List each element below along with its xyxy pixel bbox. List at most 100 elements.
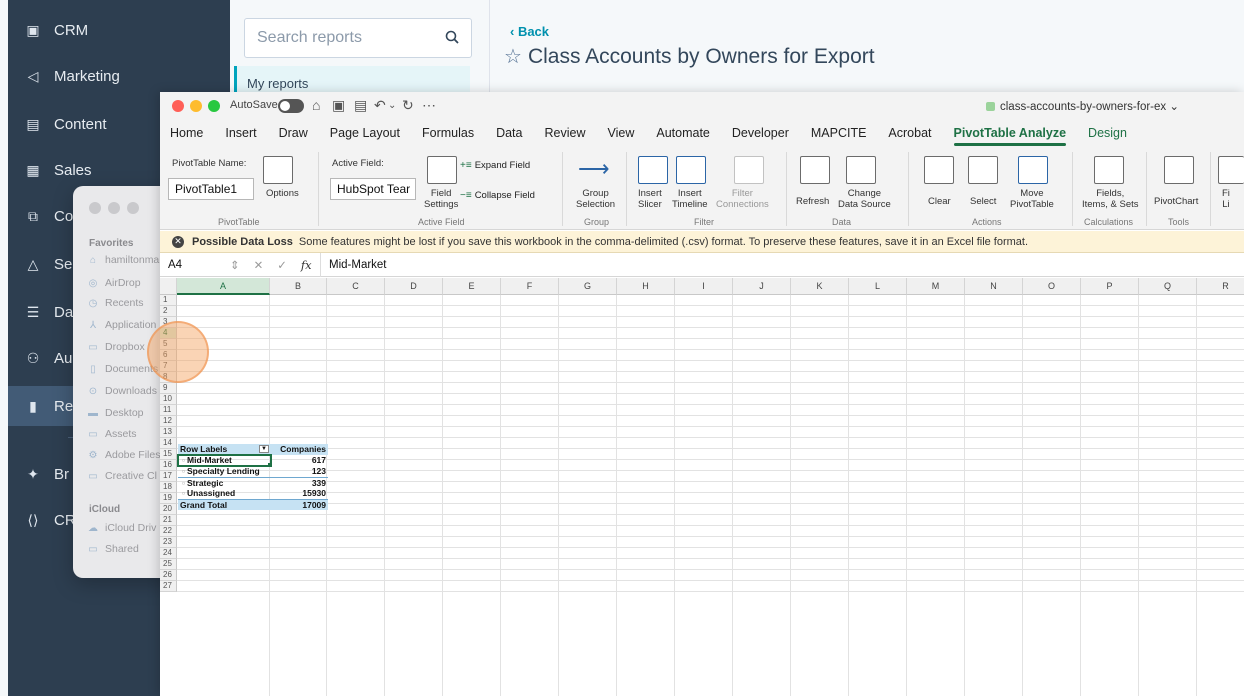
- close-icon[interactable]: [89, 202, 101, 214]
- pivot-value-specialty-lending[interactable]: 123: [271, 466, 328, 477]
- move-pivottable-icon[interactable]: [1018, 156, 1048, 184]
- tab-data[interactable]: Data: [496, 126, 522, 140]
- row-header-1[interactable]: 1: [160, 295, 177, 306]
- column-header-c[interactable]: C: [327, 278, 385, 295]
- pivot-row-label-mid-market[interactable]: ▫ Mid-Market: [177, 454, 272, 467]
- move-pivottable-button[interactable]: Move PivotTable: [1010, 188, 1054, 210]
- group-selection-icon[interactable]: ⟶: [578, 156, 610, 182]
- select-button[interactable]: Select: [970, 196, 996, 207]
- row-header-18[interactable]: 18: [160, 482, 177, 493]
- nav-item-marketing[interactable]: ◁ Marketing: [8, 56, 230, 96]
- column-header-k[interactable]: K: [791, 278, 849, 295]
- tab-page-layout[interactable]: Page Layout: [330, 126, 400, 140]
- name-box[interactable]: A4: [160, 259, 230, 271]
- tab-pivottable-analyze[interactable]: PivotTable Analyze: [953, 126, 1066, 146]
- tab-developer[interactable]: Developer: [732, 126, 789, 140]
- insert-timeline-icon[interactable]: [676, 156, 706, 184]
- minimize-icon[interactable]: [190, 100, 202, 112]
- row-header-15[interactable]: 15: [160, 449, 177, 460]
- clear-icon[interactable]: [924, 156, 954, 184]
- select-icon[interactable]: [968, 156, 998, 184]
- row-header-17[interactable]: 17: [160, 471, 177, 482]
- pivot-row-labels-header[interactable]: Row Labels ▼: [178, 444, 271, 455]
- row-header-25[interactable]: 25: [160, 559, 177, 570]
- clear-button[interactable]: Clear: [928, 196, 951, 207]
- undo-icon[interactable]: ↶: [374, 97, 386, 114]
- column-header-j[interactable]: J: [733, 278, 791, 295]
- row-header-13[interactable]: 13: [160, 427, 177, 438]
- finder-item[interactable]: ◷ Recents: [87, 297, 144, 309]
- group-selection-button[interactable]: Group Selection: [576, 188, 615, 210]
- document-name[interactable]: class-accounts-by-owners-for-ex ⌄: [986, 99, 1179, 113]
- fields-items-sets-icon[interactable]: [1094, 156, 1124, 184]
- name-box-dropdown-icon[interactable]: ⇕: [230, 258, 240, 272]
- pivot-row-label-specialty-lending[interactable]: ▫ Specialty Lending: [178, 466, 271, 477]
- finder-item[interactable]: ☁ iCloud Driv: [87, 522, 156, 534]
- refresh-button[interactable]: Refresh: [796, 196, 829, 207]
- tab-design[interactable]: Design: [1088, 126, 1127, 140]
- expand-field-button[interactable]: +≡ Expand Field: [460, 160, 530, 171]
- options-icon[interactable]: [263, 156, 293, 184]
- home-icon[interactable]: ⌂: [312, 97, 320, 113]
- save-icon[interactable]: ▣: [332, 97, 345, 114]
- row-header-11[interactable]: 11: [160, 405, 177, 416]
- row-header-21[interactable]: 21: [160, 515, 177, 526]
- finder-item[interactable]: ▬ Desktop: [87, 407, 144, 419]
- formula-input[interactable]: Mid-Market: [320, 252, 387, 277]
- field-list-icon[interactable]: [1218, 156, 1244, 184]
- back-link[interactable]: ‹ Back: [510, 24, 549, 39]
- minimize-icon[interactable]: [108, 202, 120, 214]
- close-icon[interactable]: [172, 100, 184, 112]
- pivottable-name-input[interactable]: PivotTable1: [168, 178, 254, 200]
- options-button[interactable]: Options: [266, 188, 299, 199]
- column-header-g[interactable]: G: [559, 278, 617, 295]
- tab-insert[interactable]: Insert: [225, 126, 256, 140]
- finder-item[interactable]: ⊙ Downloads: [87, 385, 157, 397]
- maximize-icon[interactable]: [208, 100, 220, 112]
- column-header-i[interactable]: I: [675, 278, 733, 295]
- row-header-19[interactable]: 19: [160, 493, 177, 504]
- finder-item[interactable]: ▭ Creative Cl: [87, 470, 157, 482]
- function-icon[interactable]: fx: [301, 258, 312, 272]
- row-header-10[interactable]: 10: [160, 394, 177, 405]
- pivot-value-unassigned[interactable]: 15930: [271, 488, 328, 499]
- filter-dropdown-icon[interactable]: ▼: [259, 445, 269, 453]
- column-header-n[interactable]: N: [965, 278, 1023, 295]
- row-header-2[interactable]: 2: [160, 306, 177, 317]
- pivot-grand-total-label[interactable]: Grand Total: [178, 499, 271, 510]
- insert-slicer-button[interactable]: Insert Slicer: [638, 188, 662, 210]
- row-header-22[interactable]: 22: [160, 526, 177, 537]
- change-data-source-icon[interactable]: [846, 156, 876, 184]
- finder-item[interactable]: ▯ Documents: [87, 363, 158, 375]
- finder-item[interactable]: ◎ AirDrop: [87, 277, 141, 289]
- tab-review[interactable]: Review: [544, 126, 585, 140]
- star-icon[interactable]: ☆: [504, 46, 522, 68]
- column-header-o[interactable]: O: [1023, 278, 1081, 295]
- maximize-icon[interactable]: [127, 202, 139, 214]
- tab-mapcite[interactable]: MAPCITE: [811, 126, 867, 140]
- refresh-icon[interactable]: [800, 156, 830, 184]
- column-header-f[interactable]: F: [501, 278, 559, 295]
- tab-view[interactable]: View: [607, 126, 634, 140]
- tab-acrobat[interactable]: Acrobat: [888, 126, 931, 140]
- finder-item[interactable]: ▭ Shared: [87, 543, 139, 555]
- row-header-26[interactable]: 26: [160, 570, 177, 581]
- cancel-icon[interactable]: ✕: [254, 258, 264, 272]
- field-settings-icon[interactable]: [427, 156, 457, 184]
- pivotchart-icon[interactable]: [1164, 156, 1194, 184]
- pivot-value-mid-market[interactable]: 617: [271, 455, 328, 466]
- undo-dropdown-icon[interactable]: ⌄: [388, 100, 396, 111]
- column-header-m[interactable]: M: [907, 278, 965, 295]
- active-field-input[interactable]: HubSpot Tear: [330, 178, 416, 200]
- finder-item[interactable]: ▭ Assets: [87, 428, 136, 440]
- spreadsheet-grid[interactable]: ABCDEFGHIJKLMNOPQR 1 2 3 4 5 6 7 8 9 10 11 12 13 14 15…: [160, 278, 1244, 696]
- finder-item[interactable]: ⚙ Adobe Files: [87, 449, 161, 461]
- insert-timeline-button[interactable]: Insert Timeline: [672, 188, 708, 210]
- column-header-p[interactable]: P: [1081, 278, 1139, 295]
- column-header-e[interactable]: E: [443, 278, 501, 295]
- tab-formulas[interactable]: Formulas: [422, 126, 474, 140]
- fill-handle[interactable]: [268, 463, 272, 467]
- row-header-14[interactable]: 14: [160, 438, 177, 449]
- select-all-corner[interactable]: [160, 278, 177, 295]
- pivotchart-button[interactable]: PivotChart: [1154, 196, 1198, 207]
